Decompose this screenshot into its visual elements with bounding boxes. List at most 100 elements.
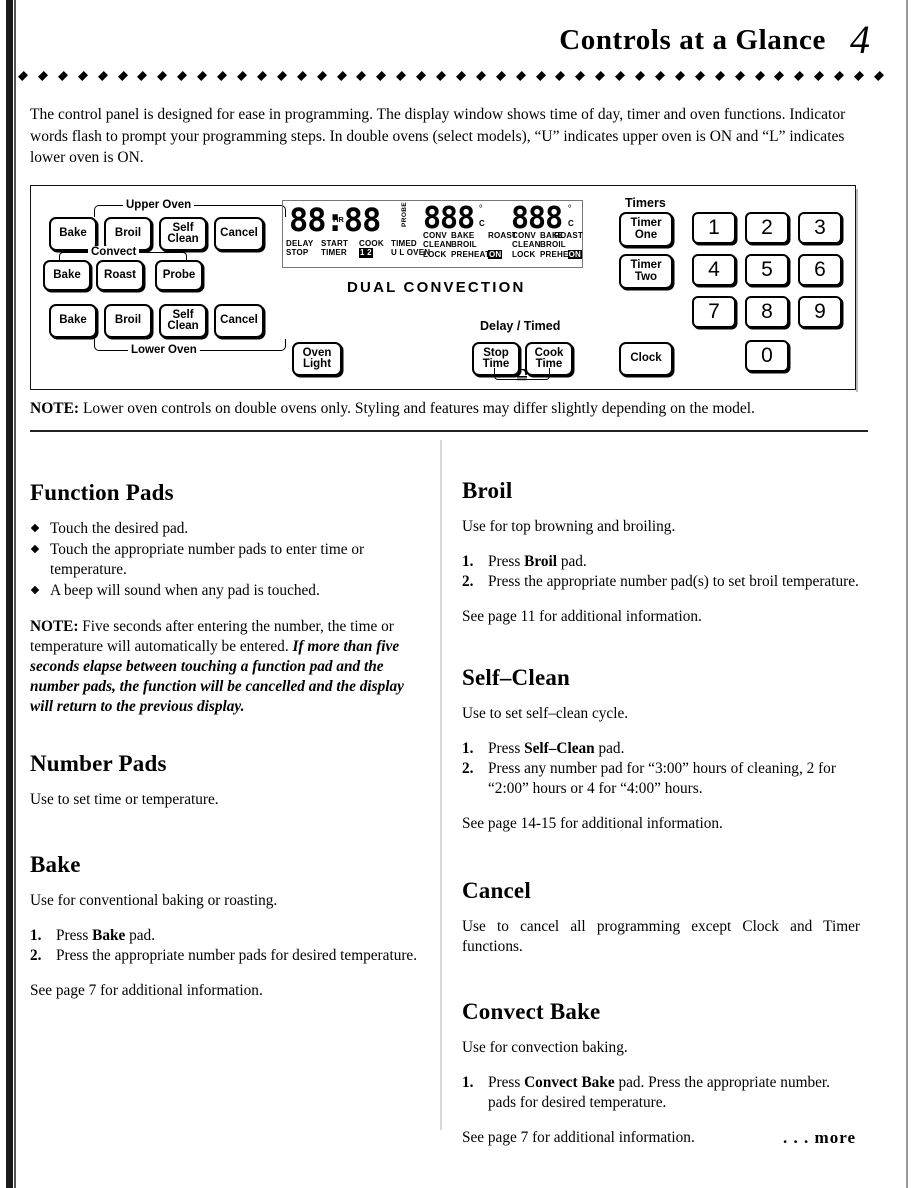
step-number: 2. xyxy=(30,947,42,964)
step-pre: Press xyxy=(488,1074,525,1091)
pad-number-3[interactable]: 3 xyxy=(798,212,842,244)
pad-number-9[interactable]: 9 xyxy=(798,296,842,328)
step-pre: Press xyxy=(488,553,525,570)
pad-label: 7 xyxy=(708,300,720,324)
diamond-divider xyxy=(18,70,884,82)
heading-convect-bake: Convect Bake xyxy=(462,999,601,1024)
led-indicator-start-timer: START TIMER xyxy=(321,239,348,258)
pad-number-4[interactable]: 4 xyxy=(692,254,736,286)
step-pre: Press xyxy=(488,740,525,757)
group-label-delay-timed: Delay / Timed xyxy=(480,319,561,333)
page-title: Controls at a Glance xyxy=(559,24,826,56)
page-right-border xyxy=(906,0,908,1188)
lock-icon xyxy=(514,368,530,382)
group-label-upper-oven: Upper Oven xyxy=(123,199,195,211)
pad-oven-light[interactable]: Oven Light xyxy=(292,342,342,376)
pad-label-line2: Light xyxy=(302,358,332,370)
indicator-l3: ON xyxy=(567,249,582,259)
pad-label: Broil xyxy=(114,227,142,240)
broil-see-page: See page 11 for additional information. xyxy=(462,608,702,625)
pad-upper-self-clean[interactable]: Self Clean xyxy=(159,217,207,251)
pad-number-5[interactable]: 5 xyxy=(745,254,789,286)
step-number: 1. xyxy=(462,553,474,570)
group-label-convect: Convect xyxy=(88,246,140,258)
self-clean-body: Use to set self–clean cycle. xyxy=(462,705,629,722)
bake-steps: 1. Press Bake pad. 2. Press the appropriat… xyxy=(30,926,428,966)
pad-timer-two[interactable]: Timer Two xyxy=(619,254,673,289)
brand-dual-convection: DUAL CONVECTION xyxy=(347,279,526,296)
indicator-l3: LOCK xyxy=(512,249,536,259)
pad-label: 6 xyxy=(814,258,826,282)
bullet-text: A beep will sound when any pad is touche… xyxy=(50,582,320,599)
pad-convect-roast[interactable]: Roast xyxy=(96,260,144,291)
indicator-top: COOK xyxy=(359,239,384,248)
list-item: 2. Press the appropriate number pads for … xyxy=(30,946,428,966)
led-oven2-indicator-conv: CONV CLEAN LOCK xyxy=(512,231,541,259)
page-left-border xyxy=(6,0,13,1188)
list-item: A beep will sound when any pad is touche… xyxy=(30,581,428,601)
pad-number-1[interactable]: 1 xyxy=(692,212,736,244)
step-number: 1. xyxy=(462,1074,474,1091)
pad-number-2[interactable]: 2 xyxy=(745,212,789,244)
bake-see-page: See page 7 for additional information. xyxy=(30,982,263,999)
indicator-l3: ON xyxy=(488,249,503,259)
pad-lower-self-clean[interactable]: Self Clean xyxy=(159,304,207,338)
indicator-top: DELAY xyxy=(286,239,314,248)
indicator-bottom: 1 2 xyxy=(359,248,373,258)
step-number: 2. xyxy=(462,573,474,590)
step-pre: Press the appropriate number pads for de… xyxy=(56,947,418,964)
page-number: 4 xyxy=(850,17,870,62)
pad-lower-broil[interactable]: Broil xyxy=(104,304,152,338)
indicator-l1: ROAST xyxy=(554,231,583,240)
note-label: NOTE: xyxy=(30,618,79,635)
list-item: 1. Press Bake pad. xyxy=(30,926,428,946)
pad-label-line1: Timer xyxy=(630,217,662,229)
pad-label: 5 xyxy=(761,258,773,282)
list-item: 2. Press any number pad for “3:00” hours … xyxy=(462,759,860,799)
pad-label-line2: Two xyxy=(634,270,658,283)
pad-clock[interactable]: Clock xyxy=(619,342,673,376)
pad-label: Clock xyxy=(630,352,662,365)
pad-number-6[interactable]: 6 xyxy=(798,254,842,286)
pad-label-line1: Timer xyxy=(630,259,662,271)
pad-number-0[interactable]: 0 xyxy=(745,340,789,372)
indicator-l1: BAKE xyxy=(451,231,475,240)
self-clean-steps: 1. Press Self–Clean pad. 2. Press any numb… xyxy=(462,739,860,799)
step-post: pad. xyxy=(557,553,587,570)
led-probe-label: PROBE xyxy=(401,201,408,227)
panel-note-text: Lower oven controls on double ovens only… xyxy=(79,400,755,417)
led-oven2-indicator-roast: ROAST ON xyxy=(554,231,583,259)
pad-label: 0 xyxy=(761,344,773,368)
indicator-top: START xyxy=(321,239,349,248)
pad-number-7[interactable]: 7 xyxy=(692,296,736,328)
indicator-l2: CLEAN xyxy=(512,240,541,250)
left-column: Function Pads Touch the desired pad. Tou… xyxy=(30,480,428,1025)
pad-timer-one[interactable]: Timer One xyxy=(619,212,673,247)
pad-probe[interactable]: Probe xyxy=(155,260,203,291)
function-pads-note: NOTE: Five seconds after entering the nu… xyxy=(30,617,428,717)
column-divider xyxy=(440,440,442,1130)
step-bold: Convect Bake xyxy=(524,1074,615,1091)
step-bold: Bake xyxy=(92,927,126,944)
pad-convect-bake[interactable]: Bake xyxy=(43,260,91,291)
self-clean-see-page: See page 14-15 for additional informatio… xyxy=(462,815,723,832)
bullet-text: Touch the desired pad. xyxy=(50,520,189,537)
pad-lower-cancel[interactable]: Cancel xyxy=(214,304,264,338)
pad-label: Cancel xyxy=(220,314,258,327)
pad-label: 9 xyxy=(814,300,826,324)
list-item: 1. Press Self–Clean pad. xyxy=(462,739,860,759)
step-number: 2. xyxy=(462,760,474,777)
step-pre: Press xyxy=(56,927,93,944)
step-pre: Press the appropriate number pad(s) to s… xyxy=(488,573,859,590)
step-bold: Self–Clean xyxy=(524,740,595,757)
pad-label-line2: Clean xyxy=(167,233,199,245)
pad-number-8[interactable]: 8 xyxy=(745,296,789,328)
step-post: pad. xyxy=(594,740,625,757)
pad-lower-bake[interactable]: Bake xyxy=(49,304,97,338)
bullet-text: Touch the appropriate number pads to ent… xyxy=(50,541,365,578)
heading-self-clean: Self–Clean xyxy=(462,665,571,690)
pad-upper-cancel[interactable]: Cancel xyxy=(214,217,264,251)
broil-body: Use for top browning and broiling. xyxy=(462,518,676,535)
step-number: 1. xyxy=(462,740,474,757)
list-item: 1. Press Convect Bake pad. Press the appr… xyxy=(462,1073,860,1113)
